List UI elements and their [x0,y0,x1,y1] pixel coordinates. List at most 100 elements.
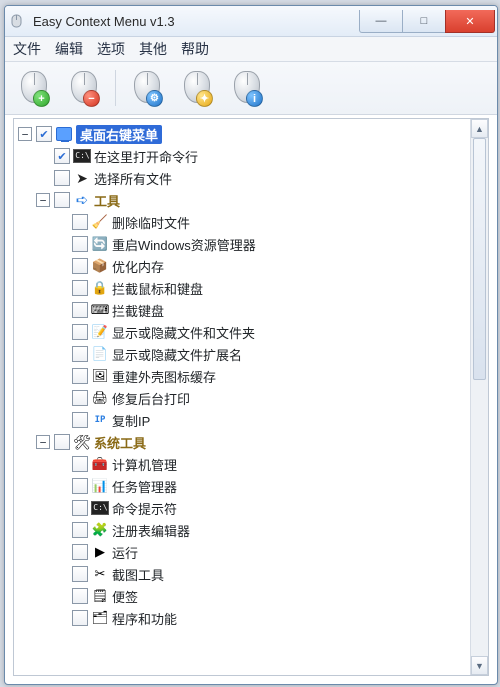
item-icon: ⌨ [92,302,108,318]
checkbox[interactable] [72,302,88,318]
scroll-up-button[interactable]: ▲ [471,119,488,138]
checkbox[interactable] [54,192,70,208]
checkbox[interactable] [72,456,88,472]
close-button[interactable]: ✕ [445,10,495,33]
tree-node-tools[interactable]: − ➪ 工具 [18,189,469,211]
minimize-button[interactable]: — [359,10,403,33]
tree-node-desktop-context-menu[interactable]: − ✔ 桌面右键菜单 [18,123,469,145]
toolbar-add-button[interactable]: + [11,66,57,110]
menu-file[interactable]: 文件 [13,39,41,59]
tree-item[interactable]: 🔒拦截鼠标和键盘 [18,277,469,299]
mouse-icon [133,71,161,105]
checkbox[interactable] [72,236,88,252]
item-icon: 📄 [92,346,108,362]
checkbox[interactable] [72,368,88,384]
checkbox[interactable] [72,258,88,274]
menu-help[interactable]: 帮助 [181,39,209,59]
node-label: 拦截鼠标和键盘 [112,279,203,298]
item-icon: 📦 [92,258,108,274]
scroll-thumb[interactable] [473,138,486,380]
mouse-icon: i [233,71,261,105]
item-icon: 🗒 [92,588,108,604]
checkbox[interactable] [72,566,88,582]
tree-item[interactable]: 🔄重启Windows资源管理器 [18,233,469,255]
tree-item[interactable]: ✔ C:\ 在这里打开命令行 [18,145,469,167]
tree-item[interactable]: 🧹删除临时文件 [18,211,469,233]
tree-item[interactable]: 🖨修复后台打印 [18,387,469,409]
node-label: 重建外壳图标缓存 [112,367,216,386]
item-icon: 🔒 [92,280,108,296]
tree-item[interactable]: 🖼重建外壳图标缓存 [18,365,469,387]
clean-badge-icon: ✦ [196,90,213,107]
node-label: 优化内存 [112,257,164,276]
arrow-icon: ➪ [74,192,90,208]
checkbox[interactable] [54,434,70,450]
toolbar-info-button[interactable]: i [224,66,270,110]
plus-badge-icon: + [33,90,50,107]
tree-item[interactable]: 📝显示或隐藏文件和文件夹 [18,321,469,343]
mouse-icon: + [20,71,48,105]
node-label: 工具 [94,191,120,210]
scroll-down-button[interactable]: ▼ [471,656,488,675]
checkbox[interactable] [72,390,88,406]
tree-item[interactable]: ➤ 选择所有文件 [18,167,469,189]
checkbox[interactable] [72,280,88,296]
checkbox[interactable] [72,346,88,362]
tree-item[interactable]: 🗂程序和功能 [18,607,469,629]
item-icon: 🖼 [92,368,108,384]
tree-item[interactable]: 🧰计算机管理 [18,453,469,475]
checkbox[interactable] [72,522,88,538]
menu-other[interactable]: 其他 [139,39,167,59]
checkbox[interactable] [72,412,88,428]
checkbox[interactable] [72,324,88,340]
node-label: 拦截键盘 [112,301,164,320]
node-label: 选择所有文件 [94,169,172,188]
node-label: 任务管理器 [112,477,177,496]
menu-edit[interactable]: 编辑 [55,39,83,59]
monitor-icon [56,126,72,142]
item-icon: ✂ [92,566,108,582]
node-label: 便签 [112,587,138,606]
node-label: 命令提示符 [112,499,177,518]
expand-toggle[interactable]: − [18,127,32,141]
checkbox[interactable] [54,170,70,186]
checkbox[interactable]: ✔ [54,148,70,164]
tree-item[interactable]: ✂截图工具 [18,563,469,585]
checkbox[interactable] [72,214,88,230]
tree-node-system-tools[interactable]: − 🛠 系统工具 [18,431,469,453]
tree-item[interactable]: 📊任务管理器 [18,475,469,497]
checkbox[interactable] [72,500,88,516]
cmd-icon: C:\ [92,500,108,516]
tree[interactable]: − ✔ 桌面右键菜单 ✔ C:\ 在这里打开命令行 ➤ 选择所有文件 − [14,119,471,675]
maximize-button[interactable]: □ [402,10,446,33]
item-icon: 📊 [92,478,108,494]
toolbar-remove-button[interactable]: − [61,66,107,110]
tree-item[interactable]: C:\命令提示符 [18,497,469,519]
title-bar[interactable]: Easy Context Menu v1.3 — □ ✕ [5,6,497,37]
minus-badge-icon: − [83,90,100,107]
tree-item[interactable]: 📄显示或隐藏文件扩展名 [18,343,469,365]
checkbox[interactable] [72,610,88,626]
cursor-icon: ➤ [74,170,90,186]
expand-toggle[interactable]: − [36,435,50,449]
tree-item[interactable]: 🧩注册表编辑器 [18,519,469,541]
item-icon: 🧹 [92,214,108,230]
checkbox[interactable]: ✔ [36,126,52,142]
node-label: 运行 [112,543,138,562]
tree-item[interactable]: ⌨拦截键盘 [18,299,469,321]
tree-item[interactable]: 📦优化内存 [18,255,469,277]
toolbar-clean-button[interactable]: ✦ [174,66,220,110]
expand-toggle[interactable]: − [36,193,50,207]
tree-item[interactable]: IP复制IP [18,409,469,431]
node-label: 显示或隐藏文件和文件夹 [112,323,255,342]
menu-options[interactable]: 选项 [97,39,125,59]
info-badge-icon: i [246,90,263,107]
checkbox[interactable] [72,478,88,494]
vertical-scrollbar[interactable]: ▲ ▼ [470,119,488,675]
tree-item[interactable]: ▶运行 [18,541,469,563]
toolbar-settings-button[interactable] [124,66,170,110]
node-label: 系统工具 [94,433,146,452]
tree-item[interactable]: 🗒便签 [18,585,469,607]
checkbox[interactable] [72,588,88,604]
checkbox[interactable] [72,544,88,560]
